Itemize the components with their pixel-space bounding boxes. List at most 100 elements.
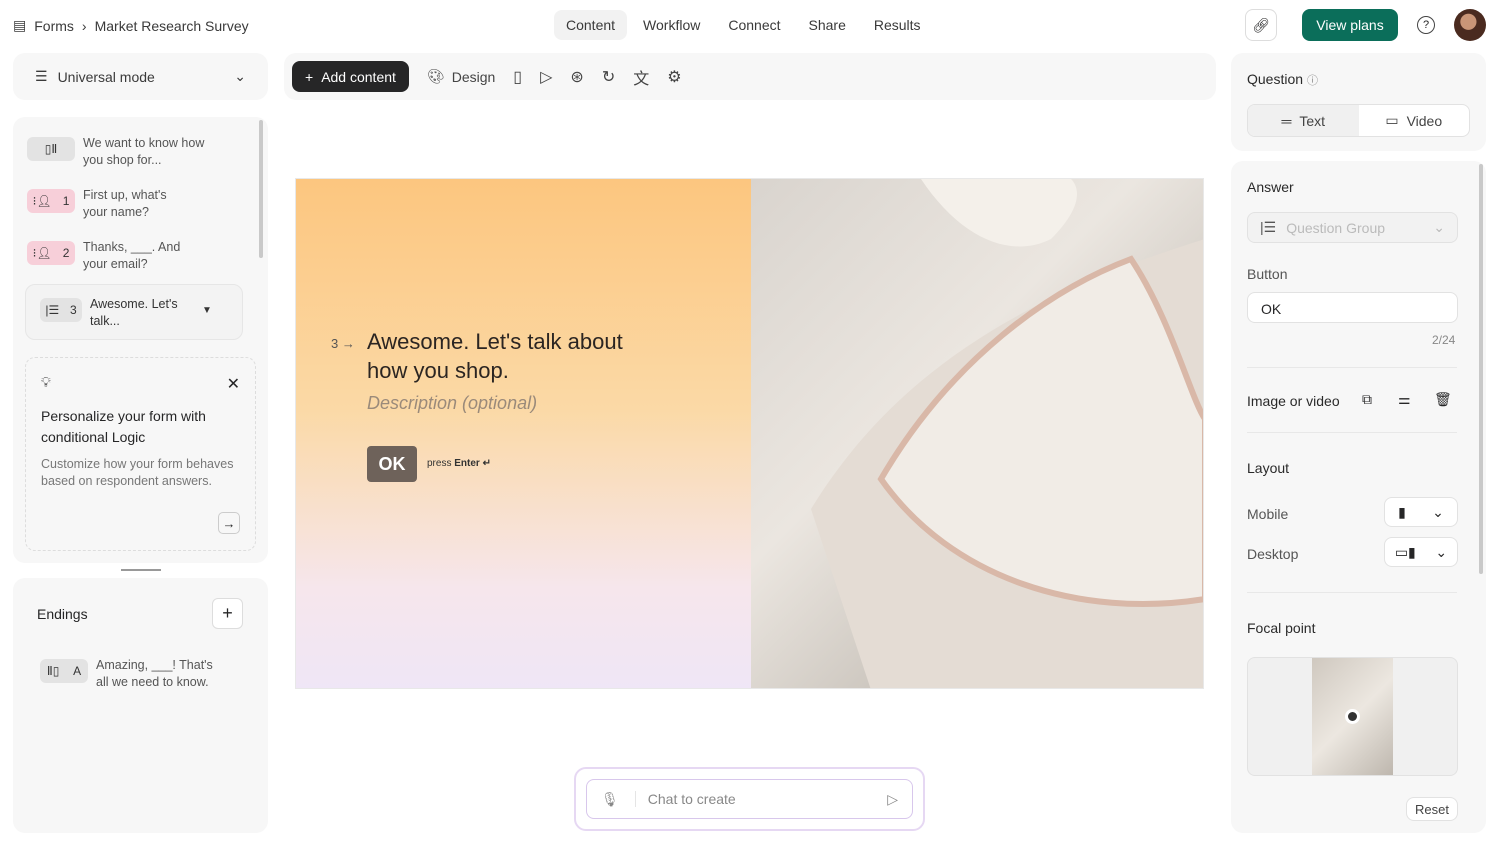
resize-handle[interactable] [121,569,161,571]
plus-icon: + [305,68,314,85]
mode-selector[interactable]: ☰ Universal mode ⌄ [13,53,268,100]
chevron-down-icon: ⌄ [1432,503,1444,520]
tab-share[interactable]: Share [797,10,858,40]
ending-item[interactable]: Ⅱ▯ A Amazing, ___! That's all we need to k… [40,657,226,691]
ending-badge: Ⅱ▯ A [40,659,88,683]
question-settings: Question ⓘ ═ Text ▭ Video [1231,53,1486,151]
question-label-text: Question [1247,71,1304,87]
chat-input[interactable]: 🎙︎ Chat to create ▷ [586,779,913,819]
sneaker-illustration [811,179,1203,688]
item-text: Awesome. Let's talk... [90,297,178,328]
answer-type-value: Question Group [1286,219,1386,236]
list-item[interactable]: |☰ 3 Awesome. Let's talk... ▼ [40,296,212,330]
help-icon[interactable]: ? [1417,16,1435,34]
type-video-option[interactable]: ▭ Video [1359,105,1470,136]
desktop-layout-select[interactable]: ▭▮ ⌄ [1384,537,1458,567]
avatar[interactable] [1454,9,1486,41]
tip-title: Personalize your form with conditional L… [41,408,206,445]
translate-icon[interactable]: 文 [633,65,649,89]
char-count: 2/24 [1432,333,1456,347]
tab-results[interactable]: Results [862,10,933,40]
help-circle-icon[interactable]: ⓘ [1307,75,1318,87]
breadcrumb-form-title[interactable]: Market Research Survey [95,18,249,34]
chat-placeholder: Chat to create [634,791,871,807]
contact-icon: ⁝👤︎ [32,193,52,208]
design-button[interactable]: 🎨︎ Design [427,68,495,85]
top-bar: ▤ Forms › Market Research Survey Content… [0,0,1500,50]
forms-icon: ▤ [13,17,27,33]
close-icon[interactable]: ✕ [227,374,240,394]
logic-tip-card: 💡︎ ✕ Personalize your form with condition… [25,357,256,551]
form-preview: 3 → Awesome. Let's talk about how you sh… [295,178,1204,689]
item-text: We want to know how you shop for... [83,136,205,167]
question-label: Question ⓘ [1247,71,1318,88]
image-video-label: Image or video [1247,393,1340,409]
ending-icon: Ⅱ▯ [46,663,60,678]
answer-type-select[interactable]: |☰ Question Group ⌄ [1247,212,1458,243]
button-text-value: OK [1261,301,1282,317]
desktop-label: Desktop [1247,546,1299,562]
item-letter: A [73,663,82,678]
trash-icon[interactable]: 🗑︎ [1434,391,1452,408]
breadcrumb: ▤ Forms › Market Research Survey [13,17,249,34]
add-ending-button[interactable]: + [212,598,243,629]
question-title[interactable]: Awesome. Let's talk about how you shop. [367,327,667,385]
item-text: Amazing, ___! That's all we need to know… [96,658,213,689]
contact-icon: ⁝👤︎ [32,245,52,260]
list-item[interactable]: ⁝👤︎ 2 Thanks, ___. And your email? [27,239,193,273]
list-item[interactable]: ▯Ⅱ We want to know how you shop for... [27,135,213,169]
settings-gear-icon[interactable]: ⚙ [667,67,681,87]
type-video-label: Video [1406,112,1443,129]
focal-point-picker[interactable] [1247,657,1458,776]
endings-panel: Endings + Ⅱ▯ A Amazing, ___! That's all we… [13,578,268,833]
caret-down-icon[interactable]: ▼ [202,302,212,330]
button-text-input[interactable]: OK [1247,292,1458,323]
divider [1247,367,1457,368]
mobile-preview-icon[interactable]: ▯ [513,67,522,87]
question-number: 3 → [331,336,355,351]
question-description[interactable]: Description (optional) [367,393,537,414]
item-text: First up, what's your name? [83,188,167,219]
reset-button[interactable]: Reset [1406,797,1458,821]
add-content-label: Add content [321,68,396,85]
welcome-icon: ▯Ⅱ [27,137,75,161]
list-item[interactable]: ⁝👤︎ 1 First up, what's your name? [27,187,193,221]
endings-title: Endings [37,606,88,622]
item-text: Thanks, ___. And your email? [83,240,181,271]
type-text-option[interactable]: ═ Text [1248,105,1359,136]
focal-point-handle[interactable] [1345,709,1360,724]
add-content-button[interactable]: + Add content [292,61,409,92]
add-image-icon[interactable]: ⧉ [1362,391,1372,408]
divider [1247,432,1457,433]
palette-icon: 🎨︎ [426,68,445,84]
group-badge: |☰ 3 [40,298,82,322]
adjust-icon[interactable]: ⚌ [1398,391,1411,408]
item-number: 3 [69,302,77,317]
design-label: Design [451,68,496,85]
breadcrumb-forms[interactable]: Forms [34,18,74,34]
chevron-down-icon: ⌄ [234,68,246,84]
arrow-right-icon[interactable]: → [218,512,240,534]
refresh-icon[interactable]: ↻ [602,67,615,87]
preview-content: 3 → Awesome. Let's talk about how you sh… [296,179,751,688]
hint-press: press [427,458,452,469]
accessibility-icon[interactable]: ⊛ [570,67,583,87]
question-type-toggle: ═ Text ▭ Video [1247,104,1470,137]
question-group-icon: |☰ [1260,219,1277,235]
microphone-icon[interactable]: 🎙︎ [601,791,619,808]
mode-label: Universal mode [57,68,155,85]
send-icon[interactable]: ▷ [887,791,898,808]
tab-connect[interactable]: Connect [716,10,792,40]
view-plans-button[interactable]: View plans [1302,9,1398,41]
ok-button[interactable]: OK [367,446,417,482]
chat-box: 🎙︎ Chat to create ▷ [574,767,925,831]
list-scrollbar[interactable] [259,120,263,258]
tab-content[interactable]: Content [554,10,628,40]
mobile-layout-select[interactable]: ▮ ⌄ [1384,497,1458,527]
contact-badge: ⁝👤︎ 1 [27,189,75,213]
copy-link-button[interactable]: 🔗︎ [1245,9,1277,41]
mobile-layout-icon: ▮ [1398,503,1406,520]
play-icon[interactable]: ▷ [540,67,552,87]
tab-workflow[interactable]: Workflow [631,10,712,40]
settings-scrollbar[interactable] [1479,164,1483,574]
